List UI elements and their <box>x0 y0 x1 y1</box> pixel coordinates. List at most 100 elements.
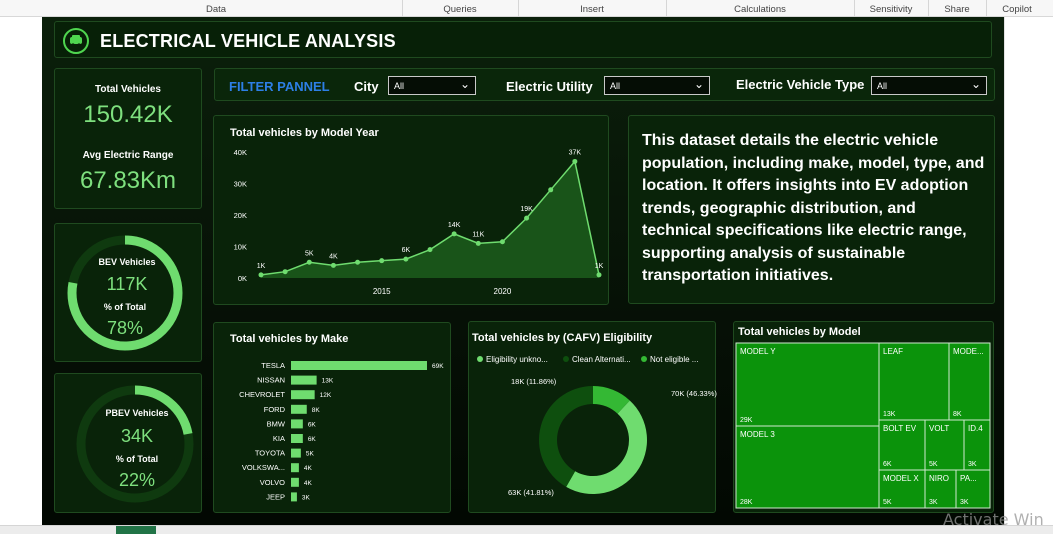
category-label: FORD <box>264 405 286 414</box>
total-vehicles-label: Total Vehicles <box>95 84 161 95</box>
bar-value-label: 6K <box>308 436 317 443</box>
model-year-area-chart: 0K 10K 20K 30K 40K 1K 5K 4K 6K 14K 11K 19K 37K 1K 2015… <box>234 148 604 296</box>
ribbon-tab-insert[interactable]: Insert <box>580 4 604 15</box>
model-year-point <box>427 247 433 253</box>
category-label: BMW <box>267 419 286 428</box>
pbev-label: PBEV Vehicles <box>105 408 168 418</box>
model-year-point <box>475 240 481 246</box>
data-label: 37K <box>569 149 582 156</box>
bar-value-label: 4K <box>304 480 313 487</box>
make-bar <box>291 361 427 370</box>
ribbon-tab-share[interactable]: Share <box>944 4 969 15</box>
ev-type-filter-label: Electric Vehicle Type <box>736 77 865 92</box>
legend-marker <box>477 356 483 362</box>
treemap-value: 28K <box>740 499 753 506</box>
y-tick-label: 0K <box>238 274 247 283</box>
ribbon-tab-data[interactable]: Data <box>206 4 226 15</box>
model-year-point <box>499 239 505 245</box>
bev-value: 117K <box>107 274 148 294</box>
model-chart[interactable]: Total vehicles by Model MODEL Y 29K MODEL … <box>733 321 994 513</box>
cafv-donut-chart: Eligibility unkno... Clean Alternati... No… <box>477 355 717 497</box>
treemap-label: ID.4 <box>968 424 983 433</box>
legend-label: Not eligible ... <box>650 355 698 364</box>
x-tick-label: 2015 <box>373 287 391 296</box>
ribbon-tab-queries[interactable]: Queries <box>443 4 476 15</box>
treemap-label: MODE... <box>953 347 984 356</box>
bev-label: BEV Vehicles <box>98 257 155 267</box>
ev-type-dropdown[interactable]: All ⌄ <box>871 76 987 95</box>
treemap-value: 5K <box>883 499 892 506</box>
treemap-value: 3K <box>960 499 969 506</box>
data-label: 1K <box>595 263 604 270</box>
ribbon-tab-calculations[interactable]: Calculations <box>734 4 786 15</box>
legend-label: Eligibility unkno... <box>486 355 548 364</box>
donut-slice <box>539 386 593 487</box>
category-label: TESLA <box>261 361 285 370</box>
avg-range-label: Avg Electric Range <box>82 150 174 161</box>
cafv-chart[interactable]: Total vehicles by (CAFV) Eligibility Eli… <box>468 321 717 513</box>
category-label: JEEP <box>266 492 285 501</box>
treemap-value: 13K <box>883 411 896 418</box>
report-canvas: ELECTRICAL VEHICLE ANALYSIS Total Vehicl… <box>42 17 1004 525</box>
bar-value-label: 12K <box>320 392 332 399</box>
pbev-pct-label: % of Total <box>116 454 158 464</box>
model-year-point <box>596 272 602 278</box>
slice-label: 63K (41.81%) <box>508 488 554 497</box>
pbev-value: 34K <box>121 426 153 446</box>
legend-marker <box>641 356 647 362</box>
description-card: This dataset details the electric vehicl… <box>628 115 995 304</box>
chevron-down-icon: ⌄ <box>693 77 704 91</box>
bev-gauge-card: BEV Vehicles 117K % of Total 78% <box>54 223 202 362</box>
bar-value-label: 3K <box>302 494 311 501</box>
pbev-gauge-card: PBEV Vehicles 34K % of Total 22% <box>54 373 202 513</box>
title-bar: ELECTRICAL VEHICLE ANALYSIS <box>54 21 992 58</box>
make-bar <box>291 404 307 414</box>
y-tick-label: 10K <box>234 243 247 252</box>
model-year-point <box>524 215 530 221</box>
active-sheet-tab[interactable] <box>116 526 156 534</box>
make-chart[interactable]: Total vehicles by Make TESLA 69K NISSAN 13K… <box>213 322 451 513</box>
ribbon-tab-sensitivity[interactable]: Sensitivity <box>870 4 913 15</box>
legend-label: Clean Alternati... <box>572 355 631 364</box>
x-tick-label: 2020 <box>494 287 512 296</box>
city-dropdown[interactable]: All ⌄ <box>388 76 476 95</box>
treemap-label: MODEL 3 <box>740 430 775 439</box>
ev-car-icon <box>63 28 89 54</box>
model-year-chart[interactable]: Total vehicles by Model Year 0K 10K 20K 30K… <box>213 115 609 305</box>
model-year-point <box>330 262 336 268</box>
bev-pct-label: % of Total <box>104 302 146 312</box>
data-label: 14K <box>448 222 461 229</box>
data-label: 1K <box>257 263 266 270</box>
make-bar <box>291 375 317 385</box>
treemap-value: 8K <box>953 411 962 418</box>
utility-dropdown-value: All <box>610 81 621 91</box>
legend-marker <box>563 356 569 362</box>
slice-label: 18K (11.86%) <box>511 377 557 386</box>
make-bar-chart: TESLA 69K NISSAN 13K CHEVROLET 12K FORD 8K BMW 6K… <box>239 361 444 502</box>
data-label: 19K <box>520 206 533 213</box>
utility-dropdown[interactable]: All ⌄ <box>604 76 710 95</box>
description-text: This dataset details the electric vehicl… <box>642 132 985 284</box>
make-bar <box>291 390 315 400</box>
category-label: KIA <box>273 434 285 443</box>
category-label: NISSAN <box>257 376 285 385</box>
app-window: Data Queries Insert Calculations Sensiti… <box>0 0 1053 534</box>
data-label: 6K <box>402 247 411 254</box>
category-label: CHEVROLET <box>239 390 285 399</box>
slice-label: 70K (46.33%) <box>671 389 717 398</box>
dashboard-title: ELECTRICAL VEHICLE ANALYSIS <box>100 31 396 51</box>
model-year-point <box>403 256 409 262</box>
ribbon: Data Queries Insert Calculations Sensiti… <box>0 0 1053 17</box>
model-year-area <box>261 161 599 278</box>
status-bar <box>0 525 1053 534</box>
model-year-point <box>451 231 457 237</box>
treemap-label: LEAF <box>883 347 903 356</box>
filter-panel: FILTER PANNEL City All ⌄ Electric Utilit… <box>214 68 995 101</box>
ribbon-tab-copilot[interactable]: Copilot <box>1002 4 1032 15</box>
treemap-value: 29K <box>740 417 753 424</box>
kpi-card: Total Vehicles 150.42K Avg Electric Rang… <box>54 68 202 209</box>
data-label: 4K <box>329 253 338 260</box>
chevron-down-icon: ⌄ <box>459 77 470 91</box>
treemap-label: BOLT EV <box>883 424 917 433</box>
model-year-point <box>306 259 312 265</box>
